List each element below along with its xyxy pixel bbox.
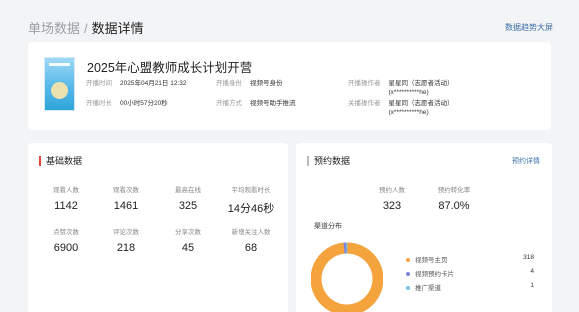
start-time-field: 开播时间 2025年04月21日 12:32 xyxy=(86,79,187,88)
legend-item: 视频号主页 318 xyxy=(406,254,534,264)
method-label: 开播方式 xyxy=(216,100,242,107)
closer-label: 关播操作者 xyxy=(348,100,381,107)
operator-field: 开播操作者 星星同（志愿者活动） (x**********he) xyxy=(348,79,454,97)
identity-label: 开播身份 xyxy=(216,80,242,87)
stat-label: 观看人数 xyxy=(53,187,79,194)
closer-name: 星星同（志愿者活动） xyxy=(388,100,454,107)
stat-label: 预约人数 xyxy=(379,187,405,194)
legend-item: 推广渠道 1 xyxy=(406,282,534,292)
stat-value: 1142 xyxy=(54,200,78,212)
live-info-card: 2025年心盟教师成长计划开营 开播时间 2025年04月21日 12:32 开播… xyxy=(28,42,551,130)
stat-label: 平均观看时长 xyxy=(231,187,271,194)
stat-value: 68 xyxy=(244,242,258,254)
legend-label: 视频预约卡片 xyxy=(415,271,454,278)
duration-value: 00小时57分20秒 xyxy=(120,100,168,107)
duration-field: 开播时长 00小时57分20秒 xyxy=(86,99,168,108)
breadcrumb-parent[interactable]: 单场数据 xyxy=(28,21,80,36)
stat-comments: 评论次数 218 xyxy=(96,226,156,254)
operator-name: 星星同（志愿者活动） xyxy=(388,80,454,87)
legend-count: 1 xyxy=(530,282,534,289)
stat-value: 14分46秒 xyxy=(227,203,275,215)
stat-label: 新增关注人数 xyxy=(231,229,271,236)
reservation-detail-link[interactable]: 预约详情 xyxy=(512,156,540,166)
legend-item: 视频预约卡片 4 xyxy=(406,268,534,278)
live-poster-thumbnail xyxy=(44,57,75,111)
identity-field: 开播身份 视频号身份 xyxy=(216,79,283,88)
stat-views: 观看次数 1461 xyxy=(96,184,156,212)
stat-shares: 分享次数 45 xyxy=(158,226,218,254)
start-time-value: 2025年04月21日 12:32 xyxy=(120,80,187,87)
legend-dot-purple-icon xyxy=(406,272,410,277)
legend-label: 视频号主页 xyxy=(415,257,448,264)
stat-label: 观看次数 xyxy=(113,187,139,194)
closer-field: 关播操作者 星星同（志愿者活动） (x**********he) xyxy=(348,99,454,117)
stat-reservations: 预约人数 323 xyxy=(362,184,422,212)
duration-label: 开播时长 xyxy=(86,100,112,107)
start-time-label: 开播时间 xyxy=(86,80,112,87)
method-value: 视频号助手推流 xyxy=(250,100,296,107)
method-field: 开播方式 视频号助手推流 xyxy=(216,99,296,108)
legend-label: 推广渠道 xyxy=(415,285,441,292)
live-title: 2025年心盟教师成长计划开营 xyxy=(87,61,253,75)
stat-value: 323 xyxy=(382,200,402,212)
stat-label: 最高在线 xyxy=(175,187,201,194)
stat-value: 325 xyxy=(178,200,198,212)
reservation-data-card: 预约数据 预约详情 预约人数 323 预约转化率 87.0% 渠道分布 视频号主… xyxy=(296,143,552,312)
channel-distribution-title: 渠道分布 xyxy=(314,223,342,230)
donut-slice-0 xyxy=(311,242,383,312)
legend-count: 318 xyxy=(523,254,534,261)
stat-new-followers: 新增关注人数 68 xyxy=(221,226,281,254)
basic-data-card: 基础数据 观看人数 1142 观看次数 1461 最高在线 325 平均观看时长… xyxy=(28,143,288,312)
stat-value: 87.0% xyxy=(438,200,470,212)
top-bar: 单场数据 / 数据详情 数据趋势大屏 xyxy=(0,0,579,48)
stat-conversion-rate: 预约转化率 87.0% xyxy=(424,184,484,212)
legend-count: 4 xyxy=(530,268,534,275)
operator-id: (x**********he) xyxy=(388,89,429,96)
closer-id: (x**********he) xyxy=(388,109,429,116)
data-trend-screen-link[interactable]: 数据趋势大屏 xyxy=(505,22,553,33)
stat-likes: 点赞次数 6900 xyxy=(36,226,96,254)
legend-dot-blue-icon xyxy=(406,286,410,291)
reservation-data-title: 预约数据 xyxy=(307,156,350,166)
breadcrumb: 单场数据 / 数据详情 xyxy=(28,18,144,37)
stat-value: 218 xyxy=(116,242,136,254)
stat-avg-watch-time: 平均观看时长 14分46秒 xyxy=(221,184,281,216)
stat-value: 1461 xyxy=(113,200,139,212)
stat-label: 分享次数 xyxy=(175,229,201,236)
legend-dot-orange-icon xyxy=(406,258,410,263)
stat-label: 预约转化率 xyxy=(437,187,471,194)
basic-data-title: 基础数据 xyxy=(39,156,82,166)
breadcrumb-current: 数据详情 xyxy=(91,21,144,36)
stat-label: 评论次数 xyxy=(113,229,139,236)
channel-donut-svg xyxy=(311,242,383,312)
breadcrumb-separator: / xyxy=(84,21,88,36)
stat-peak-online: 最高在线 325 xyxy=(158,184,218,212)
stat-value: 45 xyxy=(181,242,195,254)
identity-value: 视频号身份 xyxy=(250,80,283,87)
stat-viewers: 观看人数 1142 xyxy=(36,184,96,212)
operator-label: 开播操作者 xyxy=(348,80,381,87)
channel-donut-chart xyxy=(311,233,383,312)
stat-value: 6900 xyxy=(53,242,79,254)
stat-label: 点赞次数 xyxy=(53,229,79,236)
